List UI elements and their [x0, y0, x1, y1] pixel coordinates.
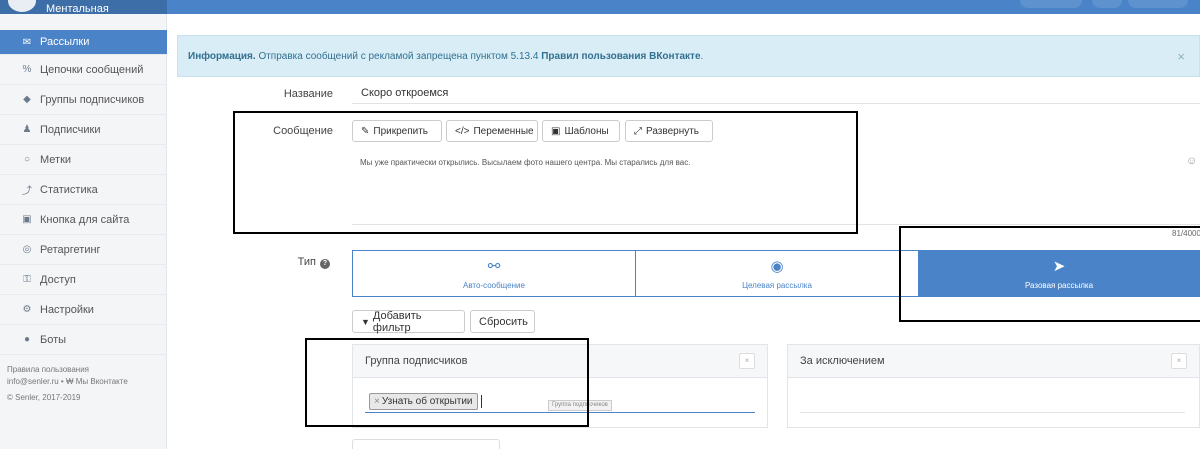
sidebar-item-statistics[interactable]: ⤴ Статистика: [0, 175, 167, 205]
help-icon[interactable]: ?: [320, 259, 330, 269]
panel-header: За исключением: [788, 345, 1199, 378]
chain-icon: %: [22, 64, 32, 75]
sidebar-item-label: Боты: [40, 333, 67, 346]
sidebar-item-chains[interactable]: % Цепочки сообщений: [0, 55, 167, 85]
circle-icon: ○: [23, 154, 31, 165]
logo: [8, 0, 36, 12]
top-bar-button[interactable]: [1092, 0, 1122, 8]
sidebar-item-groups[interactable]: ◆ Группы подписчиков: [0, 85, 167, 115]
info-alert: Информация. Отправка сообщений с рекламо…: [177, 35, 1200, 77]
key-icon: ⚿: [23, 274, 31, 285]
sidebar: ✉ Рассылки % Цепочки сообщений ◆ Группы …: [0, 14, 167, 449]
link-icon: ⚯: [487, 258, 501, 275]
contacts-links[interactable]: info@senler.ru • ₩ Мы Вконтакте: [7, 376, 128, 387]
target-icon: ◎: [22, 244, 32, 255]
top-bar: [0, 0, 1200, 14]
sidebar-item-labels[interactable]: ○ Метки: [0, 145, 167, 175]
sidebar-item-label: Подписчики: [40, 123, 101, 136]
annotation-box: [233, 111, 858, 234]
alert-suffix: .: [700, 50, 704, 62]
type-auto-message[interactable]: ⚯ Авто-сообщение: [352, 250, 636, 297]
alert-title: Информация.: [188, 50, 256, 62]
sidebar-item-mailings[interactable]: ✉ Рассылки: [0, 30, 167, 55]
add-group-button[interactable]: [352, 439, 500, 449]
bot-icon: ●: [23, 334, 31, 345]
terms-of-use-link[interactable]: Правил пользования ВКонтакте: [541, 51, 700, 62]
type-label-text: Целевая рассылка: [742, 281, 812, 290]
sidebar-item-label: Настройки: [40, 303, 94, 316]
name-input-underline: [352, 103, 1200, 104]
top-bar-button[interactable]: [1020, 0, 1082, 8]
sidebar-item-settings[interactable]: ⚙ Настройки: [0, 295, 167, 325]
type-label-text: Авто-сообщение: [463, 281, 525, 290]
sidebar-item-label: Рассылки: [40, 36, 90, 48]
code-icon: ▣: [22, 214, 32, 225]
envelope-icon: ✉: [22, 36, 32, 48]
exclusion-panel: За исключением ×: [787, 344, 1200, 428]
sidebar-item-retargeting[interactable]: ◎ Ретаргетинг: [0, 235, 167, 265]
target-icon: ◉: [770, 258, 784, 275]
close-icon[interactable]: ×: [739, 353, 755, 369]
reset-label: Сбросить: [479, 315, 528, 328]
tag-icon: ◆: [23, 94, 31, 105]
users-icon: ♟: [22, 124, 32, 135]
panel-title: За исключением: [800, 355, 885, 367]
sidebar-item-site-button[interactable]: ▣ Кнопка для сайта: [0, 205, 167, 235]
annotation-box: [305, 338, 589, 427]
sidebar-item-label: Статистика: [40, 183, 98, 196]
user-menu[interactable]: [1128, 0, 1188, 8]
sidebar-item-label: Ретаргетинг: [40, 243, 101, 256]
sidebar-item-label: Цепочки сообщений: [40, 63, 144, 76]
alert-text: Отправка сообщений с рекламой запрещена …: [255, 50, 542, 62]
terms-link[interactable]: Правила пользования: [7, 364, 89, 375]
sidebar-item-label: Метки: [40, 153, 72, 166]
emoji-icon[interactable]: ☺: [1186, 155, 1197, 167]
gear-icon: ⚙: [22, 304, 32, 315]
exclusion-select-input[interactable]: [800, 412, 1185, 413]
sidebar-item-bots[interactable]: ● Боты: [0, 325, 167, 355]
sidebar-item-access[interactable]: ⚿ Доступ: [0, 265, 167, 295]
name-label: Название: [283, 88, 333, 100]
reset-button[interactable]: Сбросить: [470, 310, 535, 333]
add-filter-label: Добавить фильтр: [372, 309, 422, 334]
type-label: Тип: [297, 256, 316, 268]
chart-icon: ⤴: [22, 186, 32, 197]
filter-icon: ▼: [361, 316, 370, 327]
annotation-box: [899, 226, 1200, 322]
name-input[interactable]: Скоро откроемся: [361, 87, 448, 99]
sidebar-item-label: Кнопка для сайта: [40, 213, 130, 226]
sidebar-item-subscribers[interactable]: ♟ Подписчики: [0, 115, 167, 145]
copyright: © Senler, 2017-2019: [7, 393, 81, 402]
close-icon[interactable]: ×: [1171, 353, 1187, 369]
add-filter-button[interactable]: ▼ Добавить фильтр: [352, 309, 465, 334]
type-targeted-mailing[interactable]: ◉ Целевая рассылка: [635, 250, 919, 297]
close-icon[interactable]: ×: [1177, 49, 1185, 64]
sidebar-item-label: Группы подписчиков: [40, 93, 145, 106]
sidebar-item-label: Доступ: [40, 273, 76, 286]
